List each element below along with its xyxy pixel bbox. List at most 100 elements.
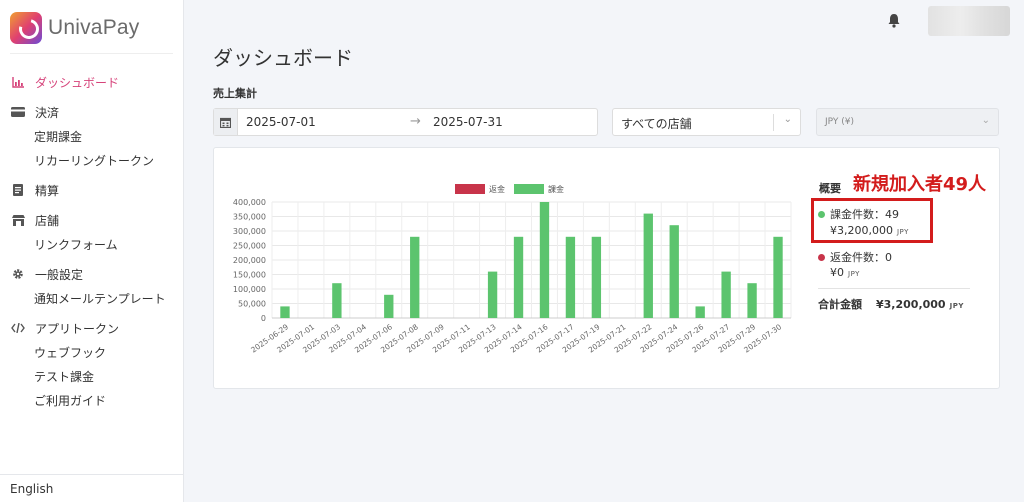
charge-bar[interactable] [747, 283, 757, 318]
page-title: ダッシュボード [213, 46, 353, 70]
legend-swatch[interactable] [455, 184, 485, 194]
legend-label: 返金 [489, 184, 505, 194]
y-tick-label: 100,000 [233, 285, 266, 294]
refund-count-row: 返金件数：0 [818, 249, 892, 265]
bell-icon[interactable] [887, 13, 901, 28]
sidebar-item[interactable]: ダッシュボード [0, 70, 184, 94]
gear-icon [10, 267, 26, 281]
sidebar-item-label: 一般設定 [35, 267, 84, 282]
sidebar-item-label: 店舗 [35, 213, 60, 228]
refund-amount: ¥0 [830, 266, 844, 279]
charge-amount-row: ¥3,200,000 JPY [830, 224, 909, 237]
charge-amount: ¥3,200,000 [830, 224, 893, 237]
sidebar-nav: ダッシュボード 決済定期課金 リカーリングトークン精算店舗リンクフォーム一般設定通知… [0, 70, 184, 418]
sidebar-item-label: 決済 [35, 105, 60, 120]
annotation-note: 新規加入者49人 [853, 174, 987, 195]
total-unit: JPY [949, 302, 964, 310]
charge-bar[interactable] [695, 306, 705, 318]
sidebar-subitem[interactable]: 定期課金 [0, 124, 184, 148]
y-tick-label: 0 [261, 314, 266, 323]
sidebar-item[interactable]: 決済 [0, 100, 184, 124]
charge-bar[interactable] [773, 236, 783, 318]
logo[interactable]: UnivaPay [10, 10, 139, 46]
sidebar-item[interactable]: 店舗 [0, 208, 184, 232]
charge-count-row: 課金件数：49 [818, 206, 899, 222]
sidebar-divider [10, 53, 173, 54]
summary-title: 概要 [819, 182, 841, 195]
legend-swatch[interactable] [514, 184, 544, 194]
sidebar-item[interactable]: アプリトークン [0, 316, 184, 340]
charge-bar[interactable] [332, 283, 342, 318]
refund-unit: JPY [848, 270, 860, 278]
y-tick-label: 200,000 [233, 256, 266, 265]
user-menu[interactable] [928, 6, 1010, 36]
sidebar-subitem[interactable]: テスト課金 [0, 364, 184, 388]
date-range-picker[interactable]: 2025-07-01 → 2025-07-31 [213, 108, 598, 136]
charge-bar[interactable] [643, 213, 653, 318]
sidebar-subitem[interactable]: リカーリングトークン [0, 148, 184, 172]
y-tick-label: 350,000 [233, 213, 266, 222]
bar-chart-icon [10, 75, 26, 89]
code-icon [10, 321, 26, 335]
univapay-logo-icon [10, 12, 42, 44]
arrow-right-icon: → [410, 114, 421, 129]
charge-unit: JPY [896, 228, 909, 236]
sidebar-subitem[interactable]: 通知メールテンプレート [0, 286, 184, 310]
section-title: 売上集計 [213, 87, 257, 100]
sidebar-group: 決済定期課金 リカーリングトークン [0, 100, 184, 172]
sidebar-group: 精算 [0, 178, 184, 202]
currency-select-value: JPY (¥) [825, 117, 854, 127]
store-select[interactable]: すべての店舗 ⌄ [612, 108, 801, 136]
charge-bar[interactable] [591, 236, 602, 318]
sidebar-group: 一般設定通知メールテンプレート [0, 262, 184, 310]
chevron-down-icon: ⌄ [783, 114, 792, 125]
credit-card-icon [10, 105, 26, 119]
sidebar-subitem[interactable]: リンクフォーム [0, 232, 184, 256]
sidebar-item[interactable]: 精算 [0, 178, 184, 202]
store-select-value: すべての店舗 [621, 117, 692, 131]
charge-bar[interactable] [280, 306, 290, 318]
y-tick-label: 250,000 [233, 242, 266, 251]
sidebar-group: アプリトークン ウェブフック テスト課金 ご利用ガイド [0, 316, 184, 412]
charge-bar[interactable] [487, 271, 498, 318]
sidebar: UnivaPay ダッシュボード 決済定期課金 リカーリングトークン精算店舗リンクフ… [0, 0, 184, 502]
charge-bar[interactable] [539, 202, 550, 318]
document-icon [10, 183, 26, 197]
sidebar-item-label: ダッシュボード [35, 75, 120, 90]
date-end-input[interactable]: 2025-07-31 [433, 115, 503, 129]
total-row: 合計金額 ¥3,200,000 JPY [818, 296, 964, 312]
y-tick-label: 300,000 [233, 227, 266, 236]
summary-divider [818, 288, 970, 289]
refund-amount-row: ¥0 JPY [830, 266, 860, 279]
total-label: 合計金額 [818, 298, 862, 311]
charge-bar[interactable] [384, 294, 394, 318]
total-amount: ¥3,200,000 [876, 298, 946, 311]
charge-bar[interactable] [721, 271, 731, 318]
legend-label: 課金 [548, 184, 564, 194]
refund-count: 返金件数：0 [830, 251, 892, 264]
language-selector[interactable]: English [0, 474, 184, 502]
sidebar-subitem[interactable]: ご利用ガイド [0, 388, 184, 412]
calendar-icon[interactable] [214, 109, 238, 135]
sidebar-group: 店舗リンクフォーム [0, 208, 184, 256]
y-tick-label: 50,000 [238, 300, 266, 309]
chevron-down-icon: ⌄ [981, 115, 990, 126]
y-tick-label: 400,000 [233, 198, 266, 207]
sales-card: 0 50,000 100,000 150,000 200,000 250,000 300,0… [213, 147, 1000, 389]
refund-dot [818, 253, 825, 261]
charge-bar[interactable] [410, 236, 420, 318]
charge-bar[interactable] [513, 236, 524, 318]
charge-bar[interactable] [669, 225, 679, 318]
date-start-input[interactable]: 2025-07-01 [246, 115, 316, 129]
charge-count: 課金件数：49 [830, 208, 899, 221]
logo-text: UnivaPay [48, 16, 140, 39]
currency-select[interactable]: JPY (¥) ⌄ [816, 108, 999, 136]
sidebar-item[interactable]: 一般設定 [0, 262, 184, 286]
select-divider [773, 114, 774, 131]
sales-bar-chart: 0 50,000 100,000 150,000 200,000 250,000 300,0… [233, 184, 792, 355]
charge-bar[interactable] [565, 236, 576, 318]
store-icon [10, 213, 26, 227]
sidebar-subitem[interactable]: ウェブフック [0, 340, 184, 364]
charge-dot [818, 210, 825, 218]
sidebar-item-label: 精算 [35, 183, 60, 198]
